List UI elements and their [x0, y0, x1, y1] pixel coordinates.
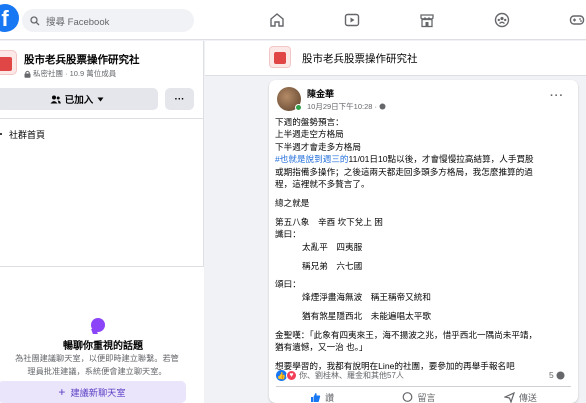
post-line: 稱兄弟 六七國 [302, 260, 363, 271]
reactions-text: 你、劉桂林、羅金和其他57人 [299, 371, 404, 380]
post-line: 讖曰： [275, 229, 301, 240]
thumbs-up-icon [311, 393, 321, 402]
group-name[interactable]: 股市老兵股票操作研究社 [24, 52, 140, 67]
chat-bubble-icon [91, 318, 105, 332]
chat-desc-line: 理員批准建議，系統便會建立聊天室。 [27, 367, 167, 376]
comments-count[interactable]: 5 [549, 370, 565, 380]
joined-button[interactable]: 已加入 [0, 88, 158, 110]
chat-desc-line: 為社團建議聊天室，以便即時建立聯繫。若管 [15, 354, 179, 363]
chat-card-description: 為社團建議聊天室，以便即時建立聯繫。若管 理員批准建議，系統便會建立聊天室。 [0, 352, 200, 378]
groups-icon[interactable] [493, 11, 511, 29]
post-line: 下半週才會走多方格局 [275, 141, 361, 152]
post-line: 或期指備多操作；之後這兩天都走回多頭多方格局，我怎麼推算的過 [275, 166, 533, 177]
group-more-button[interactable]: ··· [165, 88, 194, 110]
group-header-thumbnail[interactable] [269, 46, 291, 68]
group-header-bar: 股市老兵股票操作研究社 [205, 41, 586, 76]
post-divider [276, 386, 571, 387]
post-line: 程，這裡就不多贅言了。 [275, 179, 370, 190]
sidebar-item-community-home[interactable]: 社群首頁 [0, 128, 45, 141]
post-actions: 讚 留言 傳送 [276, 390, 571, 403]
like-button[interactable]: 讚 [310, 390, 334, 403]
post-line: 上半週走空方格局 [275, 129, 344, 140]
reactions-summary[interactable]: 👍 ♥ 你、劉桂林、羅金和其他57人 [276, 370, 404, 381]
send-button[interactable]: 傳送 [503, 390, 537, 403]
joined-label: 已加入 [64, 95, 94, 106]
group-members[interactable]: · 10.9 萬位成員 [65, 68, 116, 79]
group-thumbnail[interactable] [0, 50, 17, 75]
plus-icon: + [58, 385, 66, 399]
search-placeholder: 搜尋 Facebook [46, 16, 110, 28]
love-reaction-icon: ♥ [286, 370, 297, 381]
caret-down-icon [97, 97, 104, 101]
post-line: 頌曰： [275, 279, 301, 290]
post-author[interactable]: 陳金華 [307, 87, 334, 100]
audience-icon [379, 103, 386, 110]
home-icon[interactable] [268, 11, 286, 29]
post-line-text: 11/01日10點以後，才會慢慢拉高結算，人手買股 [348, 154, 534, 165]
suggest-chat-label: 建議新聊天室 [70, 388, 126, 398]
people-icon [50, 95, 61, 103]
post-line: 太亂平 四夷服 [302, 241, 363, 252]
post-line: 金聖嘆：「此象有四夷來王，海不揚波之兆，惜乎西北一隅尚未平靖， [275, 329, 538, 340]
chat-card-title: 暢聊你重視的話題 [63, 341, 143, 352]
post-card: 陳金華 10月29日下午10:28 · ··· 下週的盤勢預言： 上半週走空方格… [269, 80, 578, 403]
comment-icon [403, 392, 413, 402]
comments-number: 5 [549, 370, 554, 380]
marketplace-icon[interactable] [418, 11, 436, 29]
sidebar-divider [0, 118, 204, 119]
post-meta: 10月29日下午10:28 · [307, 101, 386, 112]
lock-icon [24, 70, 31, 78]
watch-icon[interactable] [343, 11, 361, 29]
comment-button[interactable]: 留言 [402, 390, 436, 403]
gaming-icon[interactable] [568, 11, 586, 29]
post-line: 下週的盤勢預言： [275, 117, 344, 127]
group-privacy: 私密社團 [33, 69, 63, 78]
top-navigation-bar: f 搜尋 Facebook [0, 0, 586, 40]
comment-label: 留言 [417, 393, 436, 403]
post-line: 猶有遺憾，又一治 也。」 [275, 342, 368, 353]
post-body: 下週的盤勢預言： 上半週走空方格局 下半週才會走多方格局 #也就是說到週三的11… [275, 116, 575, 372]
search-input[interactable]: 搜尋 Facebook [22, 9, 194, 32]
hashtag-link[interactable]: #也就是說到週三的 [275, 154, 349, 164]
like-label: 讚 [325, 393, 335, 403]
post-line: 烽煙淨盡海無波 稱王稱帝又統和 [302, 291, 431, 302]
post-line: 第五八象 辛酉 坎下兌上 困 [275, 216, 383, 227]
suggest-chat-button[interactable]: + 建議新聊天室 [0, 381, 186, 403]
post-time[interactable]: 10月29日下午10:28 · [307, 101, 377, 112]
group-meta: 私密社團 · 10.9 萬位成員 [24, 68, 116, 79]
online-status-dot [295, 104, 302, 111]
post-line: #也就是說到週三的11/01日10點以後，才會慢慢拉高結算，人手買股 [275, 153, 575, 165]
search-icon [30, 15, 40, 25]
post-options-button[interactable]: ··· [550, 90, 564, 102]
facebook-logo[interactable]: f [0, 4, 19, 32]
post-line: 總之就是 [275, 197, 310, 208]
post-line: 猶有煞星隱西北 未能遍唱太平歌 [302, 310, 431, 321]
send-label: 傳送 [518, 393, 537, 403]
group-header-title[interactable]: 股市老兵股票操作研究社 [302, 51, 418, 66]
send-icon [503, 392, 515, 403]
comment-bubble-icon [556, 371, 565, 379]
